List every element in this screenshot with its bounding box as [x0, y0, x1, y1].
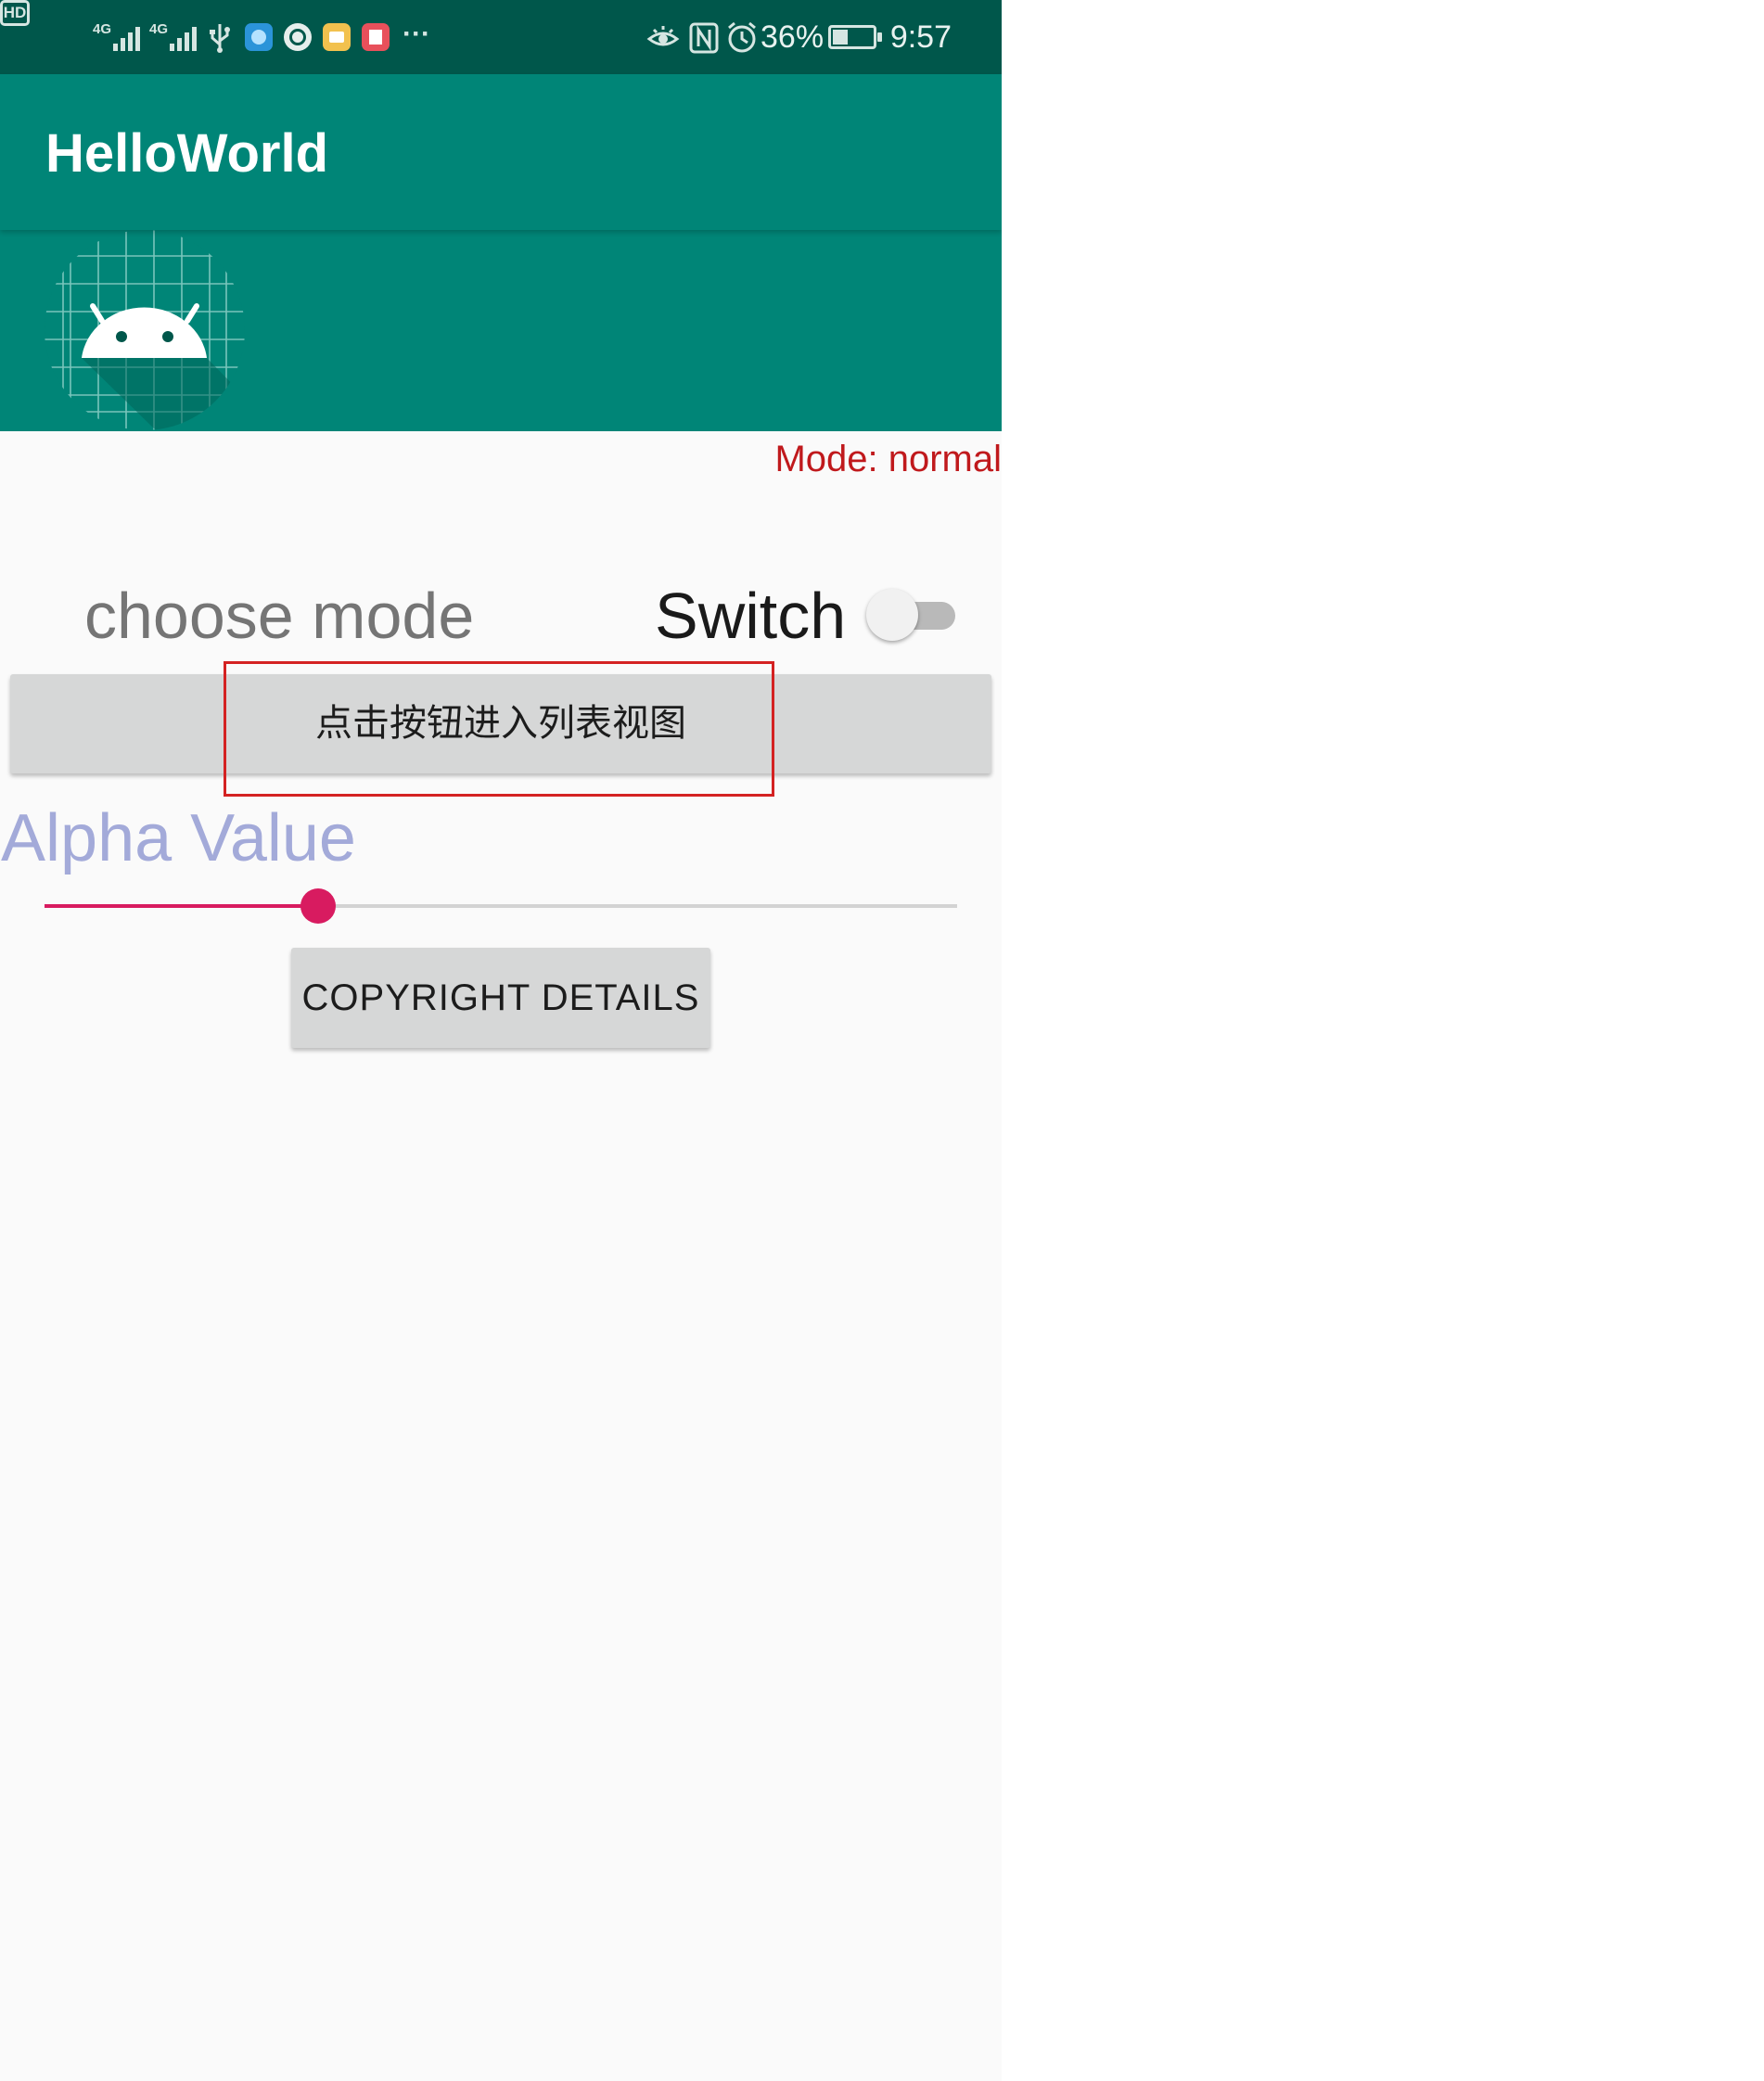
alarm-icon: [728, 21, 756, 53]
mode-label: Mode: normal: [774, 439, 1002, 479]
switch-thumb: [866, 589, 918, 641]
signal-label: 4G: [93, 21, 112, 37]
phone-screen: HD 4G 4G ··· 36% 9:57 HelloWorld Mode: n…: [0, 0, 1002, 2081]
signal-label: 4G: [149, 21, 169, 37]
switch-label: Switch: [655, 580, 847, 652]
blank-area: [1002, 0, 1764, 2081]
header-panel: [0, 230, 1002, 431]
app-notification-icon: [284, 23, 312, 51]
eye-comfort-icon: [646, 26, 680, 46]
choose-mode-label: choose mode: [84, 580, 475, 652]
usb-icon: [210, 24, 230, 53]
app-title: HelloWorld: [45, 123, 329, 184]
hd-icon: HD: [0, 0, 30, 26]
battery-charging-icon: [828, 25, 882, 49]
app-notification-icon: [362, 23, 390, 51]
more-icon: ···: [403, 19, 430, 49]
battery-percent: 36%: [761, 19, 824, 55]
nfc-icon: [689, 22, 719, 54]
slider-fill: [45, 904, 319, 908]
list-view-button[interactable]: 点击按钮进入列表视图: [10, 674, 991, 773]
app-notification-icon: [245, 23, 273, 51]
android-logo: [45, 230, 245, 430]
alpha-value-label: Alpha Value: [1, 801, 356, 875]
copyright-details-button[interactable]: COPYRIGHT DETAILS: [291, 948, 710, 1048]
app-notification-icon: [323, 23, 351, 51]
status-time: 9:57: [889, 19, 952, 55]
status-bar: HD 4G 4G ··· 36% 9:57: [0, 0, 1002, 74]
mode-switch[interactable]: [863, 587, 957, 643]
alpha-slider[interactable]: [45, 886, 957, 926]
app-bar: HelloWorld: [0, 74, 1002, 230]
slider-thumb[interactable]: [300, 888, 337, 924]
